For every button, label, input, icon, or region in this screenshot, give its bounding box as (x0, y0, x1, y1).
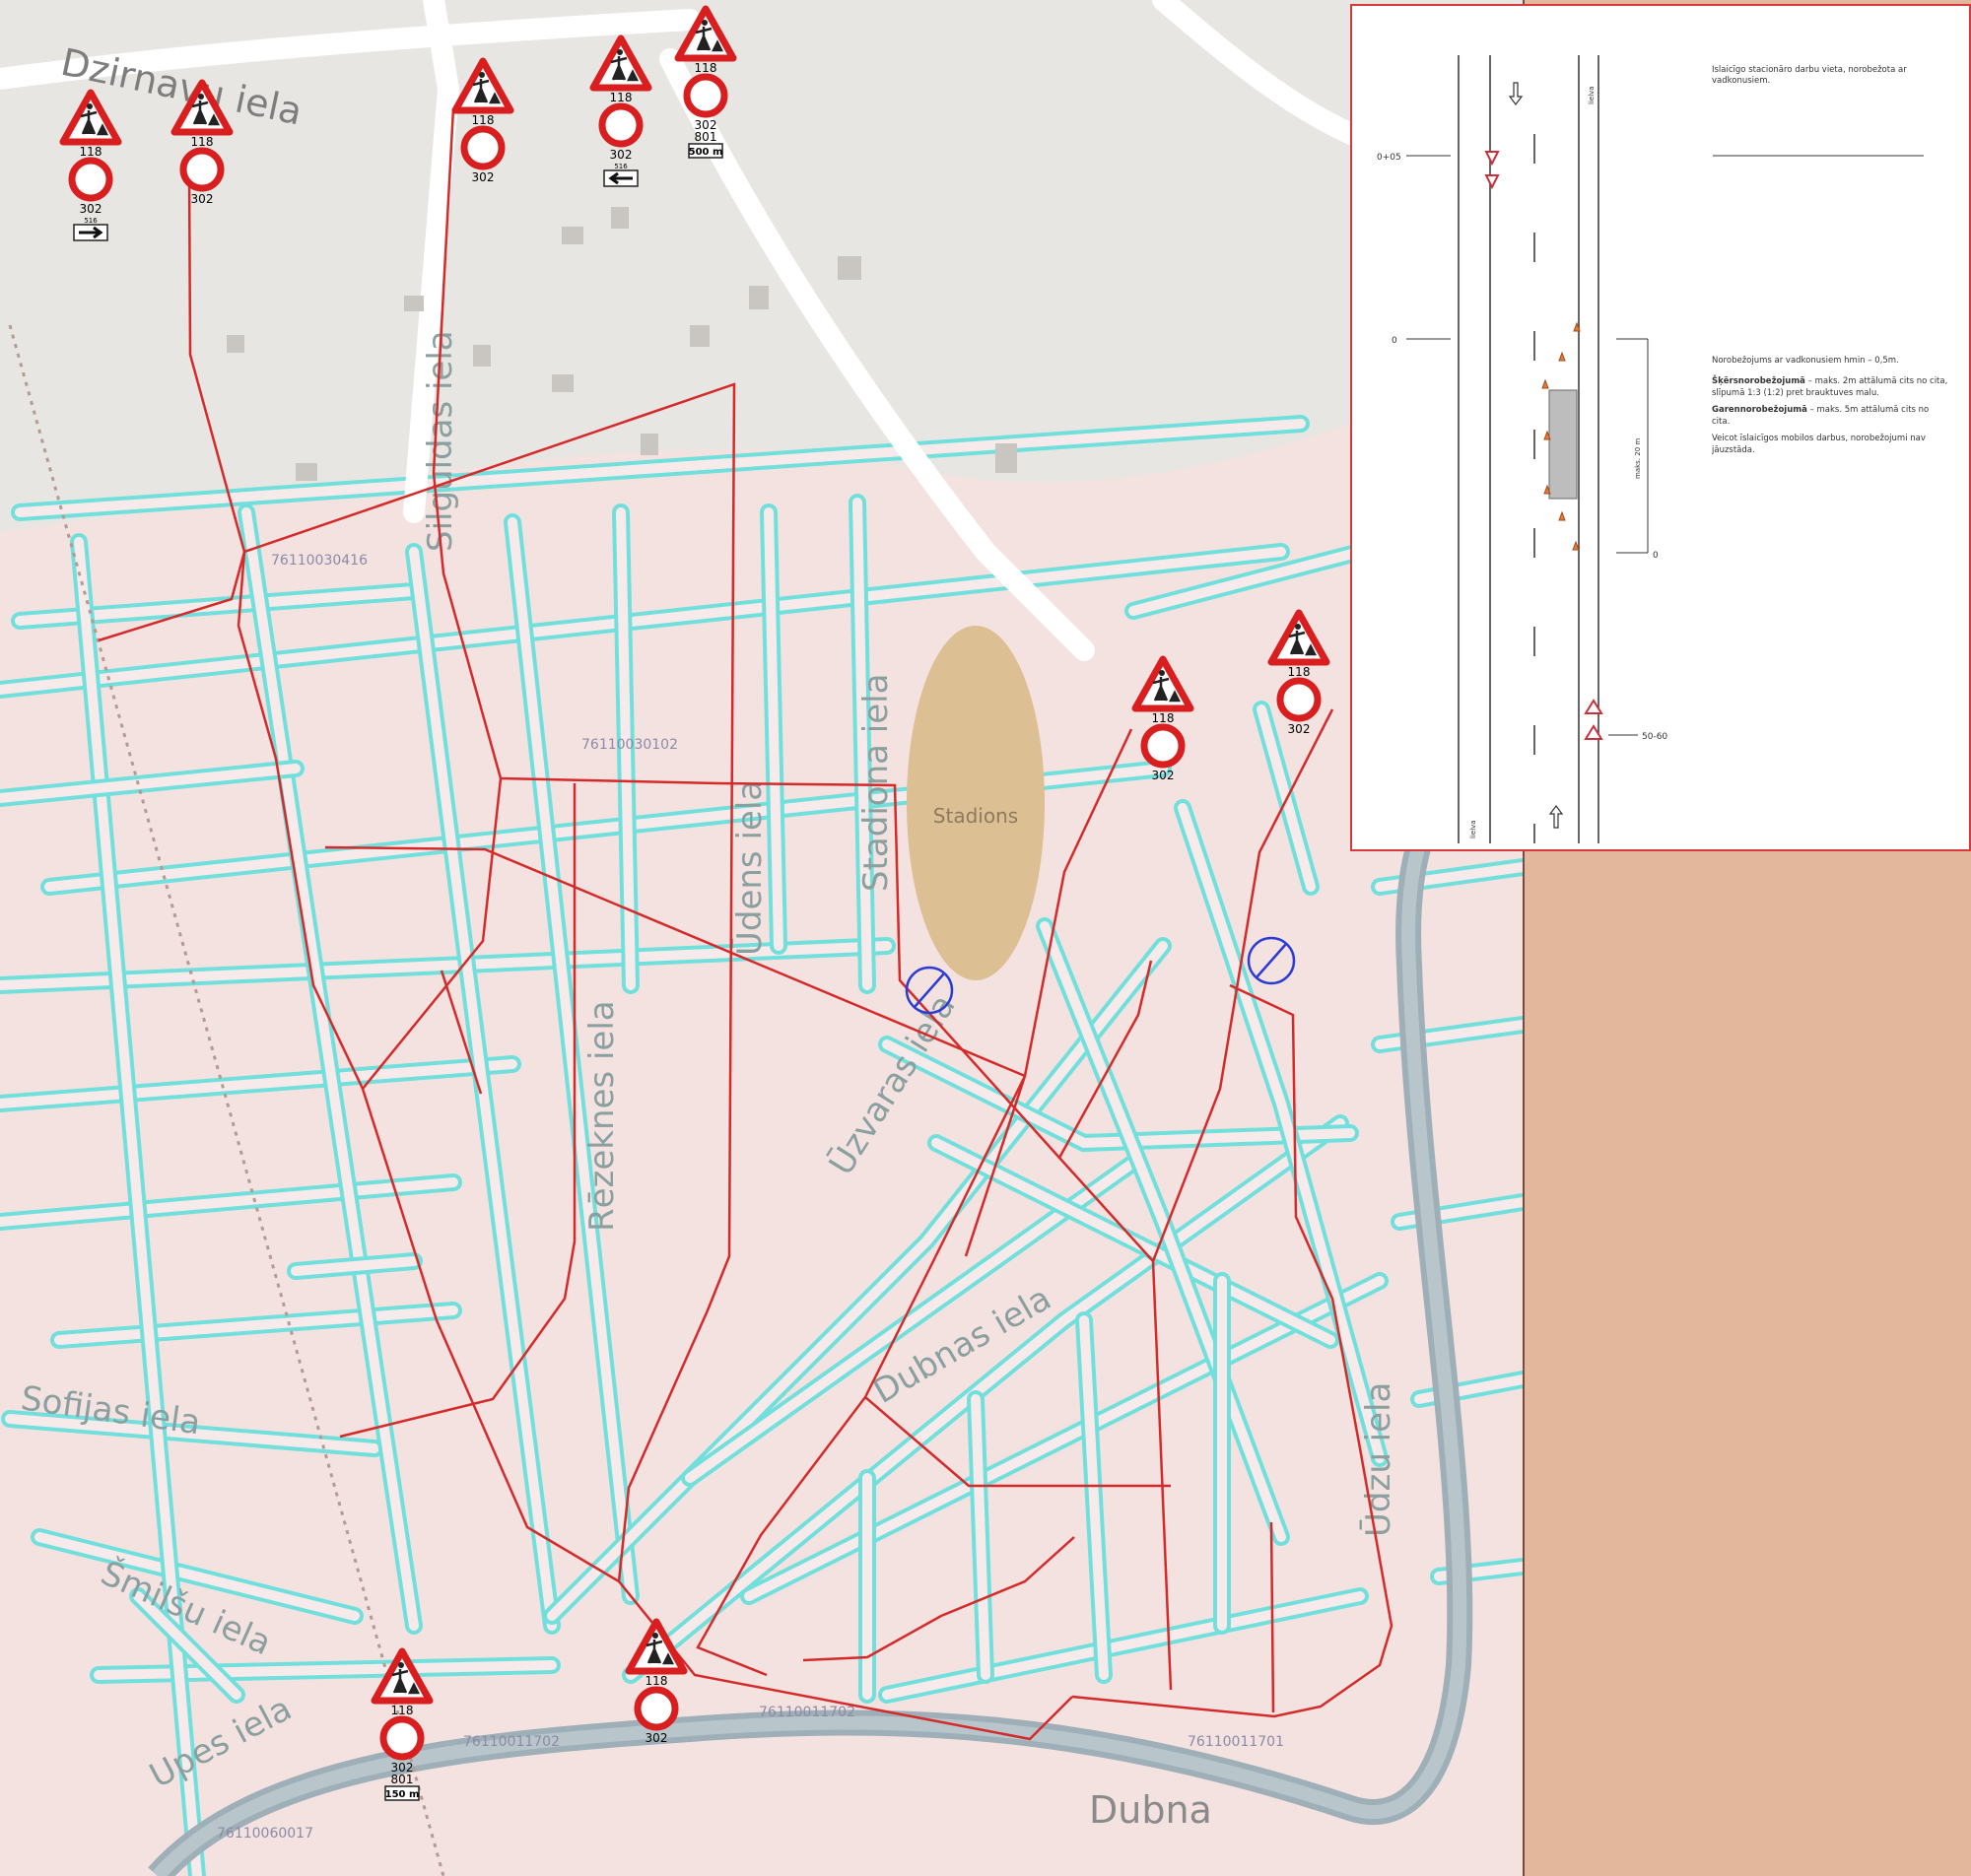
sign-code-label: 302 (80, 202, 102, 216)
no-entry-icon (1276, 677, 1322, 722)
distance-plate-label: 500 m (689, 147, 723, 158)
chainage-label: 50-60 (1642, 732, 1667, 742)
street-label-udens: Ūdens iela (730, 780, 770, 956)
lane-label: lielva (1588, 86, 1596, 104)
no-entry-icon (68, 157, 113, 202)
sign-code-label: 302 (646, 1731, 668, 1745)
inset-scheme: 0+05 0 0 50-60 lielva lielva maks. 20 m … (1350, 4, 1971, 851)
street-label-rezeknes: Rēzeknes iela (582, 1000, 622, 1232)
stadium-label: Stadions (933, 804, 1018, 828)
parcel-label: 76110011701 (1188, 1734, 1284, 1750)
street-map: Stadions Dubna Dzirnavu iela Silguldas i… (0, 0, 1523, 1876)
note-bold: Garennorobežojumā (1712, 405, 1807, 416)
lane-label: lielva (1469, 820, 1477, 838)
no-entry-icon (598, 102, 644, 148)
sign-code-label: 516 (84, 217, 98, 225)
river-label: Dubna (1089, 1788, 1212, 1832)
sign-code-label: 118 (191, 135, 214, 149)
sign-code-label: 118 (1288, 665, 1311, 679)
no-entry-icon (683, 73, 728, 118)
sign-code-label: 118 (391, 1704, 414, 1717)
sign-code-label: 118 (646, 1674, 668, 1688)
sign-code-label: 118 (472, 113, 495, 127)
sign-code-label: 302 (610, 148, 633, 162)
no-entry-icon (460, 125, 506, 170)
no-entry-icon (1140, 723, 1186, 769)
sign-code-label: 302 (472, 170, 495, 184)
sign-code-label: 302 (1152, 769, 1175, 782)
road-scheme-diagram: 0+05 0 0 50-60 lielva lielva maks. 20 m … (1377, 55, 1947, 843)
max-length-label: maks. 20 m (1634, 438, 1642, 479)
sign-code-label: 118 (1152, 711, 1175, 725)
stadium-area (907, 626, 1045, 980)
street-label-stadiona: Stadiona iela (856, 674, 896, 892)
sign-code-label: 516 (614, 163, 628, 170)
note-bold: Šķērsnorobežojumā (1712, 376, 1805, 387)
no-entry-icon (379, 1715, 425, 1761)
parcel-label: 76110030416 (271, 553, 368, 569)
no-entry-icon (634, 1686, 679, 1731)
sign-code-label: 801 (391, 1773, 414, 1786)
chainage-label: 0 (1653, 551, 1659, 561)
sign-code-label: 118 (695, 61, 717, 75)
chainage-label: 0 (1392, 336, 1397, 346)
street-label-udzu: Ūdzu iela (1359, 1382, 1398, 1537)
parcel-label: 76110030102 (581, 737, 678, 753)
chainage-label: 0+05 (1377, 153, 1401, 163)
sign-code-label: 302 (1288, 722, 1311, 736)
parcel-label: 76110011702 (759, 1705, 855, 1720)
note-text: Veicot īslaicīgos mobilos darbus, norobe… (1712, 434, 1926, 455)
sign-code-label: 801 (695, 130, 717, 144)
note-text: Norobežojums ar vadkonusiem hmin – 0,5m. (1712, 356, 1899, 366)
sign-code-label: 302 (191, 192, 214, 206)
distance-plate-label: 150 m (385, 1789, 420, 1800)
no-entry-icon (179, 147, 225, 192)
legend-title: Īslaicīgo stacionāro darbu vieta, norobe… (1712, 65, 1907, 87)
map-panel[interactable]: Stadions Dubna Dzirnavu iela Silguldas i… (0, 0, 1525, 1876)
parcel-label: 76110060017 (217, 1826, 313, 1842)
parcel-label: 76110011702 (463, 1734, 560, 1750)
sign-code-label: 118 (610, 91, 633, 104)
sign-code-label: 118 (80, 145, 102, 159)
